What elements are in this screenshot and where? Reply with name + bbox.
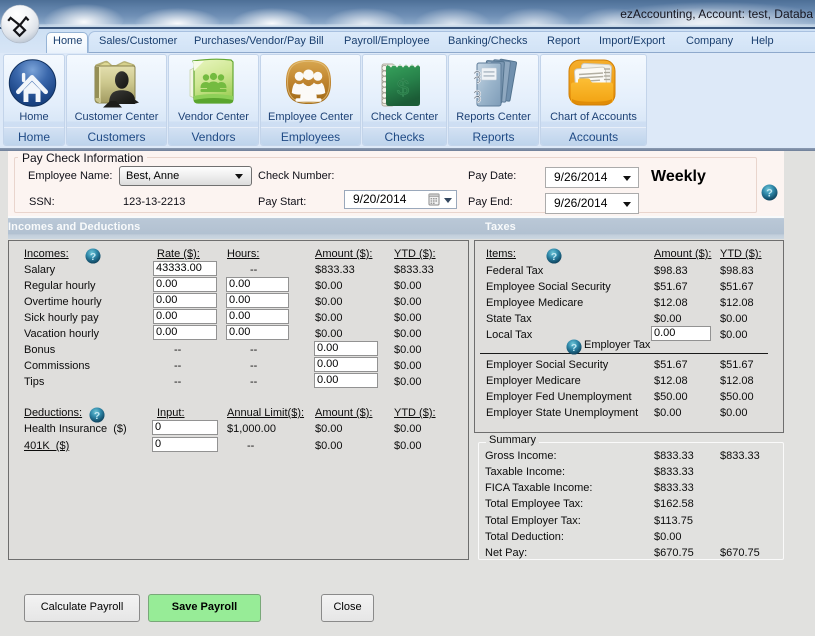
svg-text:?: ? bbox=[551, 252, 557, 263]
svg-text:$: $ bbox=[397, 75, 409, 100]
svg-text:?: ? bbox=[94, 411, 100, 422]
svg-text:?: ? bbox=[571, 343, 577, 354]
svg-text:?: ? bbox=[766, 188, 773, 200]
svg-text:?: ? bbox=[90, 252, 96, 263]
